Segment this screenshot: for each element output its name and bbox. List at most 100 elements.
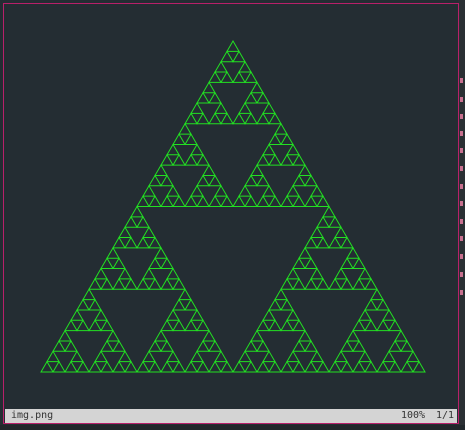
fractal-subtriangle — [100, 319, 114, 332]
fractal-subtriangle — [322, 205, 336, 218]
sierpinski-triangle-image — [40, 40, 426, 373]
fractal-subtriangle — [316, 215, 330, 228]
fractal-subtriangle — [328, 360, 342, 373]
fractal-subtriangle — [100, 360, 114, 373]
fractal-subtriangle — [208, 112, 222, 125]
fractal-subtriangle — [100, 339, 114, 352]
fractal-subtriangle — [142, 184, 156, 197]
fractal-subtriangle — [376, 319, 390, 332]
fractal-subtriangle — [280, 153, 294, 166]
fractal-subtriangle — [202, 164, 216, 176]
fractal-subtriangle — [268, 112, 282, 125]
background-text-mark — [460, 254, 463, 259]
background-text-mark — [460, 219, 463, 224]
fractal-subtriangle — [256, 112, 270, 125]
background-text-mark — [460, 236, 463, 241]
fractal-subtriangle — [112, 339, 126, 352]
fractal-subtriangle — [250, 164, 264, 176]
fractal-subtriangle — [250, 329, 264, 342]
fractal-subtriangle — [244, 195, 258, 207]
fractal-subtriangle — [352, 277, 366, 290]
fractal-subtriangle — [292, 319, 306, 332]
fractal-subtriangle — [202, 81, 216, 94]
fractal-subtriangle — [388, 339, 402, 352]
fractal-subtriangle — [64, 339, 78, 352]
fractal-subtriangle — [148, 257, 162, 270]
fractal-subtriangle — [376, 360, 390, 373]
fractal-subtriangle — [154, 329, 168, 342]
fractal-subtriangle — [100, 277, 114, 290]
background-text-mark — [460, 97, 463, 102]
fractal-subtriangle — [166, 184, 180, 197]
fractal-subtriangle — [364, 319, 378, 332]
fractal-subtriangle — [340, 277, 354, 290]
fractal-subtriangle — [268, 153, 282, 166]
background-text-mark — [460, 78, 463, 83]
fractal-subtriangle — [196, 360, 210, 373]
fractal-subtriangle — [274, 122, 288, 135]
fractal-subtriangle — [160, 174, 174, 187]
fractal-subtriangle — [184, 153, 198, 166]
fractal-subtriangle — [172, 360, 186, 373]
fractal-subtriangle — [208, 71, 222, 83]
fractal-subtriangle — [298, 164, 312, 176]
fractal-subtriangle — [238, 184, 252, 197]
fractal-subtriangle — [358, 308, 372, 321]
fractal-subtriangle — [190, 102, 204, 114]
fractal-subtriangle — [52, 360, 66, 373]
fractal-subtriangle — [112, 257, 126, 270]
fractal-subtriangle — [148, 339, 162, 352]
fractal-subtriangle — [262, 184, 276, 197]
fractal-subtriangle — [124, 236, 138, 249]
fractal-subtriangle — [304, 195, 318, 207]
fractal-subtriangle — [334, 350, 348, 363]
fractal-subtriangle — [346, 329, 360, 342]
fractal-subtriangle — [340, 360, 354, 373]
fractal-subtriangle — [268, 360, 282, 373]
fractal-subtriangle — [388, 360, 402, 373]
fractal-subtriangle — [160, 153, 174, 166]
fractal-subtriangle — [160, 277, 174, 290]
fractal-subtriangle — [340, 257, 354, 270]
fractal-subtriangle — [382, 308, 396, 321]
fractal-subtriangle — [130, 205, 144, 218]
fractal-subtriangle — [88, 360, 102, 373]
fractal-subtriangle — [316, 236, 330, 249]
fractal-subtriangle — [376, 298, 390, 311]
image-viewer-window: img.png 100% 1/1 — [0, 0, 465, 430]
fractal-subtriangle — [244, 112, 258, 125]
fractal-subtriangle — [94, 267, 108, 280]
fractal-subtriangle — [280, 277, 294, 290]
fractal-subtriangle — [304, 277, 318, 290]
fractal-subtriangle — [280, 298, 294, 311]
fractal-subtriangle — [352, 257, 366, 270]
fractal-subtriangle — [286, 184, 300, 197]
fractal-subtriangle — [214, 102, 228, 114]
fractal-subtriangle — [292, 257, 306, 270]
fractal-subtriangle — [118, 350, 132, 363]
fractal-subtriangle — [76, 298, 90, 311]
fractal-subtriangle — [214, 60, 228, 73]
fractal-subtriangle — [346, 246, 360, 259]
fractal-subtriangle — [154, 164, 168, 176]
fractal-subtriangle — [328, 277, 342, 290]
fractal-subtriangle — [76, 360, 90, 373]
fractal-subtriangle — [400, 339, 414, 352]
fractal-subtriangle — [292, 153, 306, 166]
fractal-subtriangle — [244, 91, 258, 104]
fractal-subtriangle — [172, 195, 186, 207]
background-text-mark — [460, 166, 463, 171]
fractal-subtriangle — [106, 246, 120, 259]
fractal-subtriangle — [190, 350, 204, 363]
fractal-subtriangle — [58, 329, 72, 342]
fractal-subtriangle — [310, 267, 324, 280]
fractal-subtriangle — [292, 360, 306, 373]
fractal-subtriangle — [202, 329, 216, 342]
image-canvas[interactable] — [5, 5, 457, 408]
fractal-subtriangle — [328, 215, 342, 228]
background-text-mark — [460, 184, 463, 189]
fractal-subtriangle — [70, 308, 84, 321]
status-filename: img.png — [11, 410, 54, 421]
fractal-subtriangle — [160, 360, 174, 373]
fractal-subtriangle — [256, 195, 270, 207]
